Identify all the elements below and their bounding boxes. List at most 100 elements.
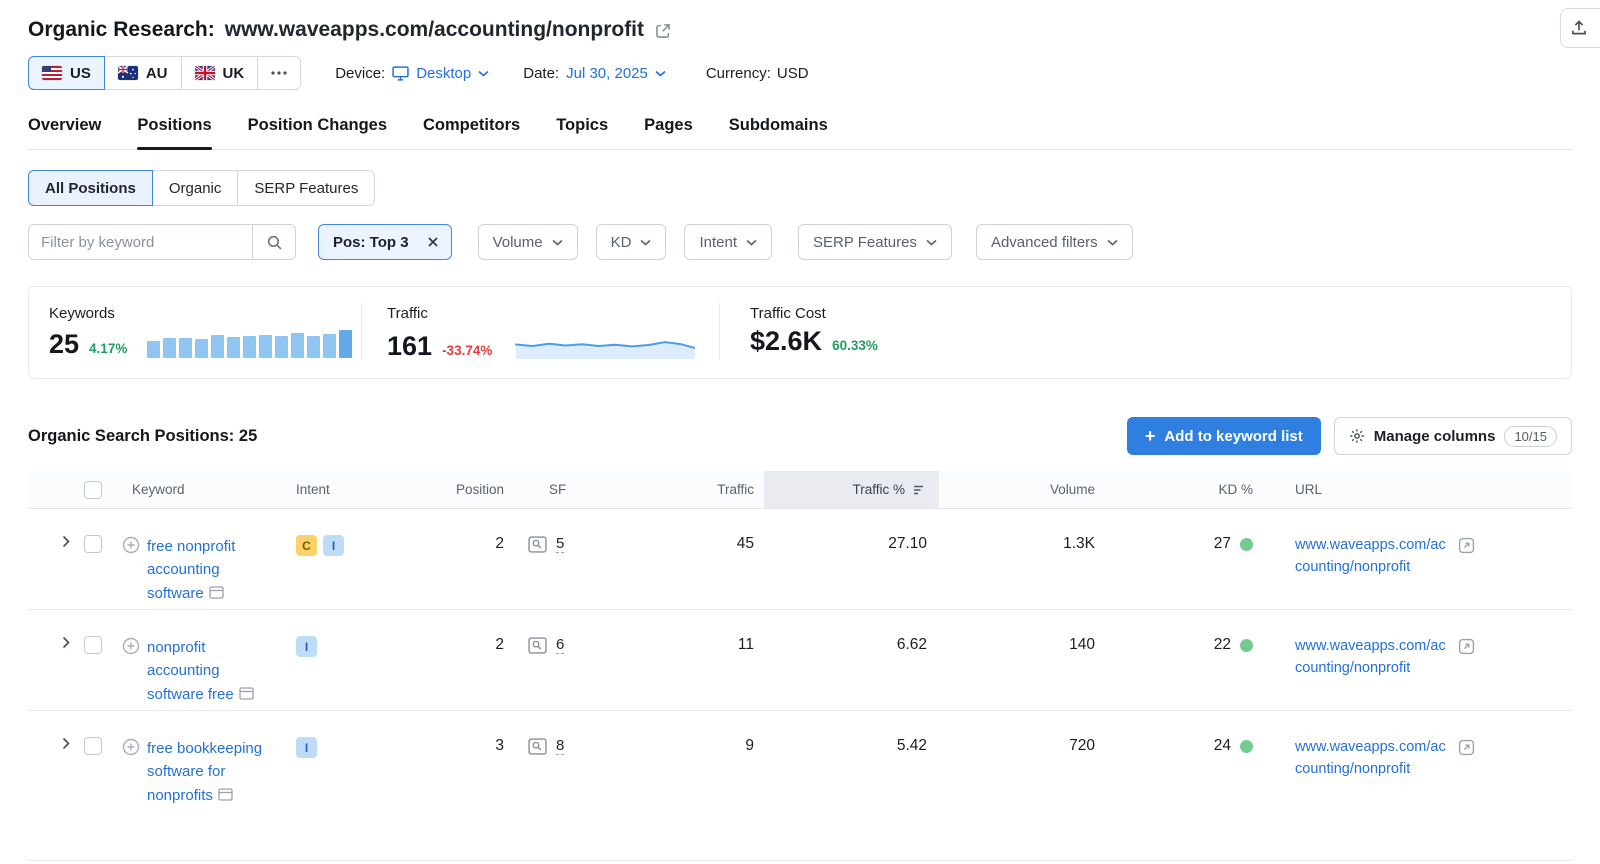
chevron-right-icon <box>62 636 70 649</box>
date-value: Jul 30, 2025 <box>566 65 648 82</box>
device-value: Desktop <box>416 65 471 82</box>
header-volume[interactable]: Volume <box>939 471 1099 508</box>
position-value: 2 <box>414 610 514 654</box>
tab-subdomains[interactable]: Subdomains <box>729 116 828 149</box>
add-keyword-icon[interactable] <box>122 536 140 606</box>
keyword-text: free bookkeeping software for nonprofits <box>147 740 262 804</box>
analyzed-domain: www.waveapps.com/accounting/nonprofit <box>225 18 644 42</box>
desktop-icon <box>392 66 409 81</box>
date-selector[interactable]: Date: Jul 30, 2025 <box>523 65 666 82</box>
header-traffic-pct[interactable]: Traffic % <box>764 471 939 508</box>
header-traffic[interactable]: Traffic <box>634 471 764 508</box>
result-url-link[interactable]: www.waveapps.com/ac counting/nonprofit <box>1295 636 1446 680</box>
tab-pages[interactable]: Pages <box>644 116 693 149</box>
sf-count-link[interactable]: 5 <box>556 535 564 553</box>
traffic-change: -33.74% <box>442 343 492 360</box>
keyword-link[interactable]: free nonprofit accounting software <box>147 535 267 606</box>
traffic-card: Traffic 161 -33.74% <box>361 303 719 360</box>
add-keyword-icon[interactable] <box>122 738 140 808</box>
country-tab-au[interactable]: AU <box>104 56 182 90</box>
pill-organic[interactable]: Organic <box>152 170 239 206</box>
header-url[interactable]: URL <box>1253 471 1572 508</box>
chevron-down-icon <box>1107 239 1118 246</box>
external-link-icon[interactable] <box>654 22 672 40</box>
serp-features-preview-icon[interactable] <box>528 536 547 553</box>
close-icon <box>427 236 439 248</box>
toolbar: US AU UK Device: <box>28 56 1572 90</box>
dropdown-label: Advanced filters <box>991 234 1098 251</box>
position-type-switch: All Positions Organic SERP Features <box>28 170 1572 206</box>
result-url-link[interactable]: www.waveapps.com/ac counting/nonprofit <box>1295 737 1446 781</box>
export-button[interactable] <box>1560 8 1600 48</box>
kd-difficulty-dot <box>1240 740 1253 753</box>
manage-columns-label: Manage columns <box>1374 428 1496 445</box>
result-url-link[interactable]: www.waveapps.com/ac counting/nonprofit <box>1295 535 1446 579</box>
sf-count-link[interactable]: 6 <box>556 636 564 654</box>
more-countries-button[interactable] <box>257 56 301 90</box>
tab-competitors[interactable]: Competitors <box>423 116 520 149</box>
header-sf[interactable]: SF <box>514 471 634 508</box>
header-keyword[interactable]: Keyword <box>116 471 288 508</box>
open-url-external-icon[interactable] <box>1458 638 1475 655</box>
country-tab-uk[interactable]: UK <box>181 56 259 90</box>
device-selector[interactable]: Device: Desktop <box>335 65 489 82</box>
url-line-1: www.waveapps.com/ac <box>1295 537 1446 553</box>
advanced-filters-dropdown[interactable]: Advanced filters <box>976 224 1133 260</box>
expand-row-button[interactable] <box>28 711 80 750</box>
select-all-checkbox[interactable] <box>84 481 102 499</box>
us-flag-icon <box>42 66 62 80</box>
kd-value: 24 <box>1214 737 1231 755</box>
expand-row-button[interactable] <box>28 610 80 649</box>
serp-snapshot-icon[interactable] <box>209 583 224 606</box>
dropdown-label: Volume <box>493 234 543 251</box>
serp-features-preview-icon[interactable] <box>528 738 547 755</box>
chevron-right-icon <box>62 737 70 750</box>
pill-serp-features[interactable]: SERP Features <box>237 170 375 206</box>
header-intent[interactable]: Intent <box>288 471 414 508</box>
keywords-value: 25 <box>49 331 79 358</box>
search-button[interactable] <box>252 225 295 259</box>
open-url-external-icon[interactable] <box>1458 739 1475 756</box>
serp-features-filter-dropdown[interactable]: SERP Features <box>798 224 952 260</box>
kd-filter-dropdown[interactable]: KD <box>596 224 667 260</box>
row-checkbox[interactable] <box>84 737 102 755</box>
pill-all-positions[interactable]: All Positions <box>28 170 153 206</box>
url-line-1: www.waveapps.com/ac <box>1295 739 1446 755</box>
tab-overview[interactable]: Overview <box>28 116 101 149</box>
add-keyword-icon[interactable] <box>122 637 140 707</box>
add-to-keyword-list-button[interactable]: + Add to keyword list <box>1127 417 1321 455</box>
dropdown-label: Intent <box>699 234 737 251</box>
volume-filter-dropdown[interactable]: Volume <box>478 224 578 260</box>
expand-row-button[interactable] <box>28 509 80 548</box>
serp-snapshot-icon[interactable] <box>218 785 233 808</box>
table-row: free bookkeeping software for nonprofits… <box>28 711 1572 861</box>
tab-positions[interactable]: Positions <box>137 116 211 149</box>
table-header-row: Keyword Intent Position SF Traffic Traff… <box>28 471 1572 509</box>
device-label: Device: <box>335 65 385 82</box>
traffic-cost-label: Traffic Cost <box>750 305 878 322</box>
country-tab-us[interactable]: US <box>28 56 105 90</box>
volume-value: 720 <box>939 711 1099 755</box>
header-position[interactable]: Position <box>414 471 514 508</box>
tab-position-changes[interactable]: Position Changes <box>248 116 387 149</box>
keyword-link[interactable]: free bookkeeping software for nonprofits <box>147 737 267 808</box>
row-checkbox[interactable] <box>84 535 102 553</box>
tab-topics[interactable]: Topics <box>556 116 608 149</box>
select-all-checkbox-cell <box>80 471 116 508</box>
serp-features-preview-icon[interactable] <box>528 637 547 654</box>
remove-filter-button[interactable] <box>415 225 451 259</box>
keyword-link[interactable]: nonprofit accounting software free <box>147 636 267 707</box>
country-label: AU <box>146 65 168 82</box>
row-checkbox[interactable] <box>84 636 102 654</box>
url-line-2: counting/nonprofit <box>1295 660 1410 676</box>
header-kd[interactable]: KD % <box>1099 471 1253 508</box>
intent-filter-dropdown[interactable]: Intent <box>684 224 772 260</box>
open-url-external-icon[interactable] <box>1458 537 1475 554</box>
manage-columns-button[interactable]: Manage columns 10/15 <box>1334 417 1572 455</box>
serp-snapshot-icon[interactable] <box>239 684 254 707</box>
sf-count-link[interactable]: 8 <box>556 737 564 755</box>
position-filter-chip[interactable]: Pos: Top 3 <box>318 224 452 260</box>
keyword-filter-input[interactable] <box>29 225 252 259</box>
position-value: 2 <box>414 509 514 553</box>
plus-icon: + <box>1145 427 1156 445</box>
